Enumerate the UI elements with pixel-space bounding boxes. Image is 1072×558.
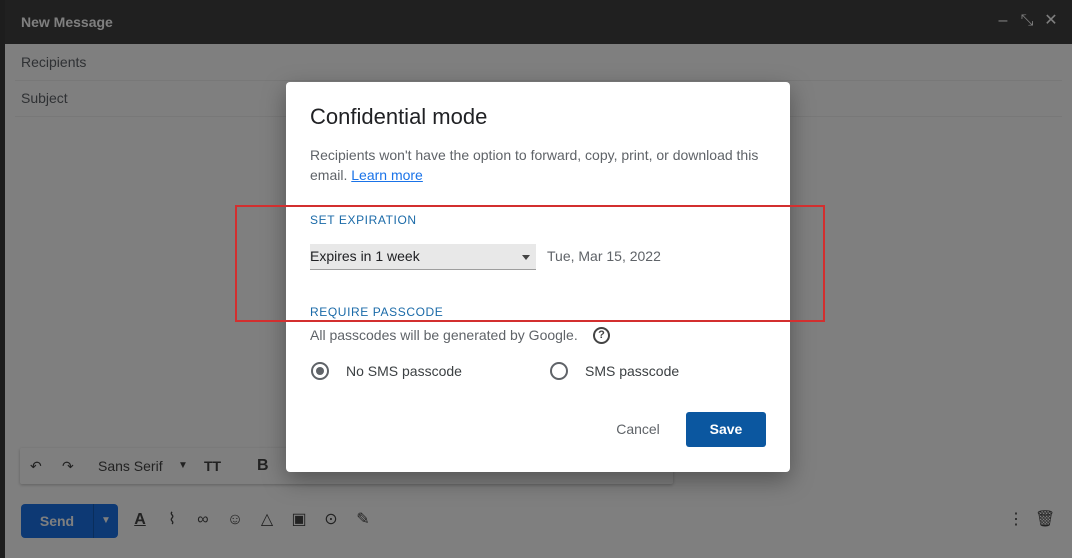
no-sms-passcode-label[interactable]: No SMS passcode (346, 363, 462, 379)
learn-more-link[interactable]: Learn more (351, 167, 423, 183)
passcode-note: All passcodes will be generated by Googl… (310, 327, 578, 343)
dialog-description: Recipients won't have the option to forw… (310, 145, 766, 185)
no-sms-passcode-radio[interactable] (311, 362, 329, 380)
save-button[interactable]: Save (686, 412, 766, 447)
dialog-title: Confidential mode (310, 104, 488, 129)
sms-passcode-radio[interactable] (550, 362, 568, 380)
annotation-highlight-box (235, 205, 825, 322)
cancel-button[interactable]: Cancel (603, 412, 673, 446)
help-icon[interactable]: ? (593, 327, 610, 344)
sms-passcode-label[interactable]: SMS passcode (585, 363, 679, 379)
